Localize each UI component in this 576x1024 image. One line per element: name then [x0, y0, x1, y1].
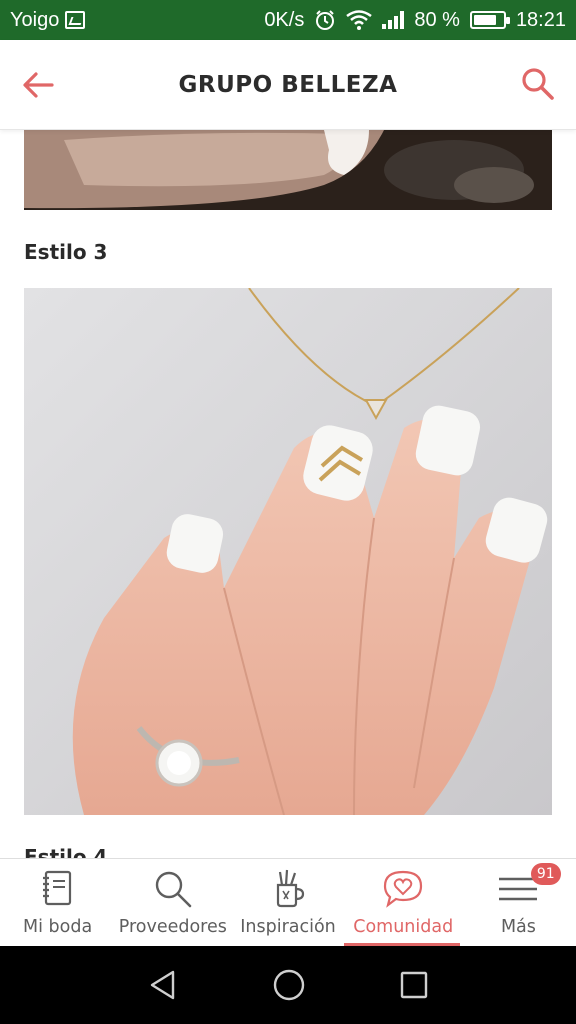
- finger-illustration: [24, 130, 552, 210]
- pencil-cup-icon: [276, 869, 305, 908]
- net-speed: 0K/s: [264, 8, 305, 31]
- hand-illustration: [24, 288, 552, 815]
- notification-badge: 91: [530, 863, 561, 885]
- bottom-navigation: Mi boda Proveedores Inspiración Comunida…: [0, 858, 576, 946]
- nav-inspiracion[interactable]: Inspiración: [230, 859, 345, 946]
- page-title: GRUPO BELLEZA: [178, 71, 398, 98]
- battery-fill: [473, 15, 497, 25]
- clock: 18:21: [515, 8, 566, 31]
- signal-icon: [382, 11, 405, 29]
- home-circle-icon[interactable]: [272, 968, 306, 1002]
- status-right: 0K/s 80 % 18:21: [264, 9, 566, 32]
- battery-icon: [469, 11, 510, 29]
- nav-mas[interactable]: 91 Más: [461, 859, 576, 946]
- image-notification-icon: [65, 11, 86, 29]
- status-left: Yoigo: [10, 8, 86, 32]
- nav-comunidad[interactable]: Comunidad: [346, 859, 461, 946]
- search-icon: [155, 871, 192, 908]
- nail-photo-style-2: [24, 130, 552, 210]
- system-navigation-bar: [0, 946, 576, 1024]
- nav-proveedores[interactable]: Proveedores: [115, 859, 230, 946]
- notebook-icon: [42, 870, 71, 906]
- nav-mi-boda[interactable]: Mi boda: [0, 859, 115, 946]
- recents-square-icon[interactable]: [399, 970, 429, 1000]
- back-triangle-icon[interactable]: [147, 969, 179, 1001]
- post-content[interactable]: Estilo 3 Estilo 4: [0, 130, 576, 858]
- screen: Yoigo 0K/s 80 % 18:21 GRUPO BELLEZA Esti…: [0, 0, 576, 1024]
- carrier-name: Yoigo: [10, 8, 60, 31]
- nav-label: Proveedores: [118, 917, 227, 937]
- chat-heart-icon: [384, 870, 423, 908]
- app-bar: GRUPO BELLEZA: [0, 40, 576, 130]
- nav-label: Comunidad: [353, 917, 454, 937]
- search-icon[interactable]: [520, 66, 556, 102]
- wifi-icon: [346, 10, 373, 30]
- heading-style-3: Estilo 3: [24, 240, 108, 264]
- alarm-icon: [316, 10, 335, 30]
- nav-label: Inspiración: [240, 917, 336, 937]
- arrow-left-icon[interactable]: [20, 67, 56, 103]
- battery-text: 80 %: [414, 8, 460, 31]
- heading-style-4: Estilo 4: [24, 845, 108, 858]
- nav-label: Más: [500, 917, 536, 937]
- nav-label: Mi boda: [23, 917, 93, 937]
- nail-photo-style-3[interactable]: [24, 288, 552, 815]
- status-bar: Yoigo 0K/s 80 % 18:21: [0, 0, 576, 40]
